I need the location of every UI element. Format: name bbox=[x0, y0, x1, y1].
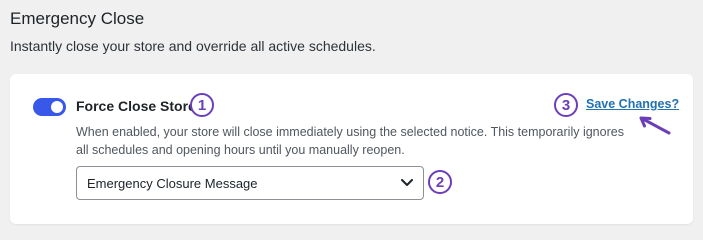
force-close-label: Force Close Store bbox=[76, 98, 196, 114]
annotation-badge-3: 3 bbox=[554, 93, 578, 117]
force-close-toggle[interactable] bbox=[33, 98, 66, 116]
settings-card: Force Close Store 1 When enabled, your s… bbox=[10, 74, 693, 224]
annotation-badge-2: 2 bbox=[428, 170, 452, 194]
force-close-help-text: When enabled, your store will close imme… bbox=[76, 125, 624, 157]
closure-notice-select[interactable]: Emergency Closure Message bbox=[76, 166, 424, 200]
arrow-icon bbox=[639, 116, 671, 135]
emergency-close-panel: Emergency Close Instantly close your sto… bbox=[0, 0, 703, 234]
chevron-down-icon bbox=[401, 179, 413, 186]
section-title: Emergency Close bbox=[10, 9, 145, 28]
annotation-badge-1: 1 bbox=[190, 93, 214, 117]
toggle-knob bbox=[51, 101, 63, 113]
select-value: Emergency Closure Message bbox=[87, 175, 258, 191]
section-description: Instantly close your store and override … bbox=[10, 38, 376, 54]
save-changes-link[interactable]: Save Changes? bbox=[586, 97, 679, 111]
